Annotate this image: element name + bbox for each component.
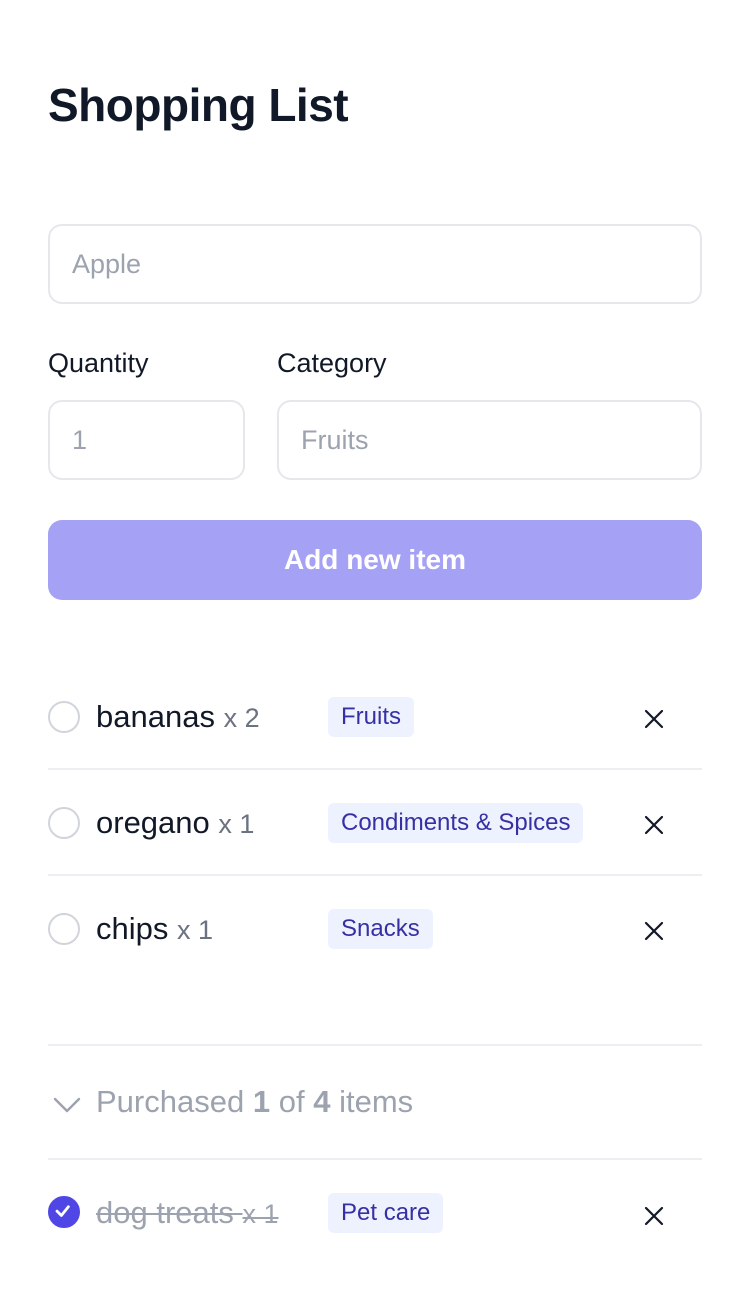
close-icon[interactable] (642, 707, 666, 731)
item-checkbox[interactable] (48, 913, 80, 945)
item-text: chips x 1 (96, 911, 213, 947)
purchased-count: 1 (252, 1084, 271, 1119)
category-badge: Condiments & Spices (328, 803, 584, 843)
add-new-item-button[interactable]: Add new item (48, 520, 702, 600)
purchased-of: of (278, 1084, 305, 1119)
quantity-label: Quantity (48, 348, 149, 378)
category-label: Category (277, 348, 387, 378)
close-icon[interactable] (642, 813, 666, 837)
item-checkbox-checked[interactable] (48, 1196, 80, 1228)
item-name-input[interactable] (48, 224, 702, 304)
category-input[interactable] (277, 400, 702, 480)
purchased-suffix: items (339, 1084, 414, 1119)
item-checkbox[interactable] (48, 701, 80, 733)
item-text: dog treats x 1 (96, 1195, 279, 1231)
close-icon[interactable] (642, 1204, 666, 1228)
item-checkbox[interactable] (48, 807, 80, 839)
purchased-toggle[interactable]: Purchased 1 of 4 items (48, 1080, 702, 1126)
list-item-purchased: dog treats x 1 Pet care (48, 1160, 702, 1266)
category-badge: Fruits (328, 697, 414, 737)
item-name: bananas (96, 699, 215, 734)
item-quantity: x 2 (223, 703, 260, 733)
item-name: oregano (96, 805, 210, 840)
item-text: oregano x 1 (96, 805, 254, 841)
item-quantity: x 1 (242, 1199, 279, 1229)
list-item: chips x 1 Snacks (48, 876, 702, 982)
quantity-input[interactable] (48, 400, 245, 480)
check-icon (55, 1205, 70, 1217)
list-item: oregano x 1 Condiments & Spices (48, 770, 702, 876)
item-quantity: x 1 (177, 915, 214, 945)
page-title: Shopping List (48, 79, 349, 131)
close-icon[interactable] (642, 919, 666, 943)
purchased-summary: Purchased 1 of 4 items (96, 1084, 413, 1120)
purchased-total: 4 (313, 1084, 331, 1119)
item-name: chips (96, 911, 169, 946)
section-divider (48, 1044, 702, 1046)
chevron-down-icon (53, 1097, 81, 1113)
purchased-prefix: Purchased (96, 1084, 245, 1119)
list-item: bananas x 2 Fruits (48, 664, 702, 770)
item-quantity: x 1 (218, 809, 255, 839)
category-badge: Pet care (328, 1193, 444, 1233)
category-badge: Snacks (328, 909, 433, 949)
item-text: bananas x 2 (96, 699, 260, 735)
shopping-list-page: Shopping List Quantity Category Add new … (0, 0, 750, 1312)
item-name: dog treats (96, 1195, 234, 1230)
